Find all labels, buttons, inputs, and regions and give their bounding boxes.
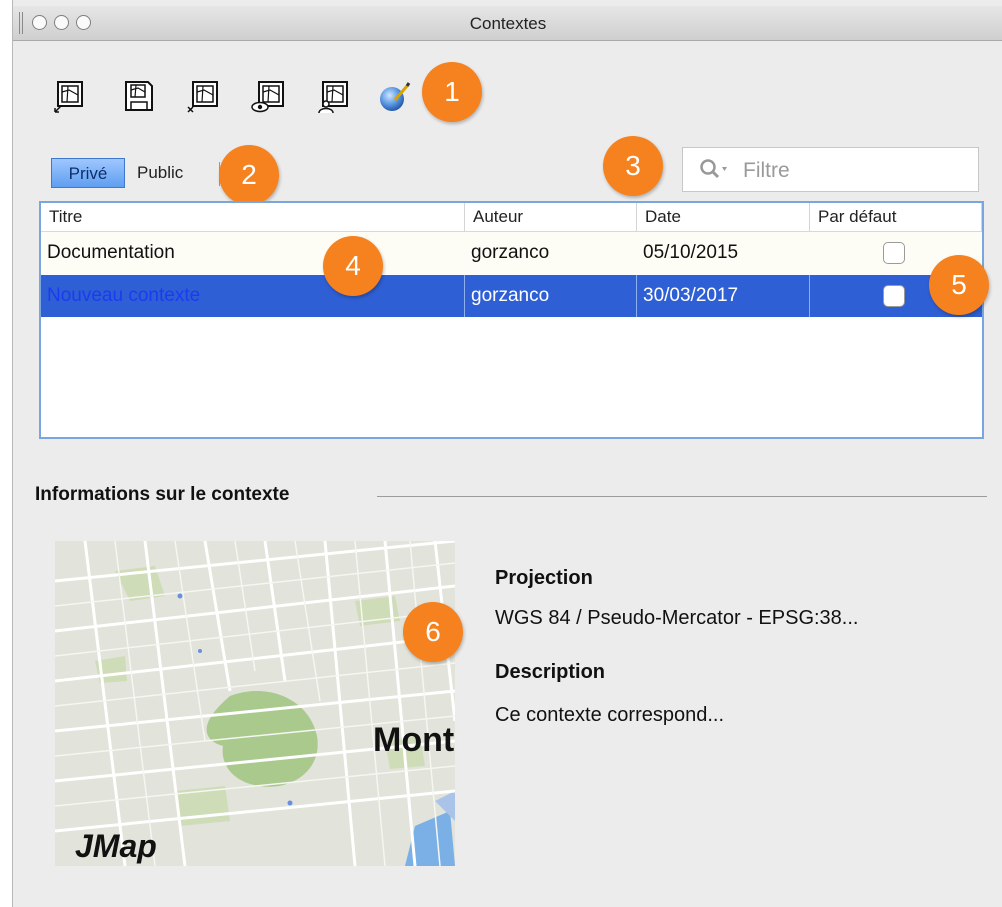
description-value: Ce contexte correspond... bbox=[495, 704, 725, 726]
callout-3: 3 bbox=[603, 136, 663, 196]
column-header-date[interactable]: Date bbox=[637, 203, 810, 231]
default-checkbox[interactable] bbox=[883, 242, 905, 264]
section-divider bbox=[377, 496, 987, 497]
context-map-thumbnail: Mont JMap bbox=[55, 541, 455, 866]
tab-public[interactable]: Public bbox=[127, 158, 193, 188]
cell-title: Nouveau contexte bbox=[41, 275, 465, 317]
cell-date: 30/03/2017 bbox=[637, 275, 810, 317]
contexts-table: Titre Auteur Date Par défaut Documentati… bbox=[39, 201, 984, 439]
filter-input[interactable] bbox=[741, 156, 965, 186]
description-label: Description bbox=[495, 661, 606, 683]
cell-author: gorzanco bbox=[465, 275, 637, 317]
table-row[interactable]: Documentation gorzanco 05/10/2015 bbox=[41, 232, 982, 274]
window-title: Contextes bbox=[469, 14, 547, 33]
map-city-label: Mont bbox=[373, 721, 454, 759]
callout-5: 5 bbox=[929, 255, 989, 315]
cell-title: Documentation bbox=[47, 242, 175, 263]
context-save-icon bbox=[125, 81, 153, 111]
search-icon bbox=[700, 159, 727, 179]
callout-1: 1 bbox=[422, 62, 482, 122]
callout-2: 2 bbox=[219, 145, 279, 205]
column-header-author[interactable]: Auteur bbox=[465, 203, 637, 231]
jmap-logo: JMap bbox=[75, 828, 157, 864]
contexts-window: Contextes 1 Privé Public 2 3 Filtre Titr… bbox=[12, 0, 1002, 907]
context-edit-icon bbox=[380, 82, 411, 111]
projection-label: Projection bbox=[495, 567, 593, 589]
new-context-button[interactable] bbox=[53, 78, 89, 114]
context-create-icon bbox=[54, 81, 83, 113]
context-info-heading: Informations sur le contexte bbox=[35, 484, 290, 505]
map-image: Mont JMap bbox=[55, 541, 455, 866]
share-context-button[interactable] bbox=[316, 78, 352, 114]
save-context-button[interactable] bbox=[121, 78, 157, 114]
table-row-selected[interactable]: Nouveau contexte gorzanco 30/03/2017 bbox=[41, 275, 982, 317]
title-bar: Contextes bbox=[13, 6, 1002, 41]
cell-date: 05/10/2015 bbox=[643, 242, 739, 263]
context-delete-icon bbox=[187, 81, 218, 113]
preview-context-button[interactable] bbox=[251, 78, 287, 114]
table-header: Titre Auteur Date Par défaut bbox=[41, 203, 982, 232]
delete-context-button[interactable] bbox=[186, 78, 222, 114]
context-share-icon bbox=[318, 81, 348, 114]
edit-context-button[interactable] bbox=[375, 78, 411, 114]
projection-value: WGS 84 / Pseudo-Mercator - EPSG:38... bbox=[495, 607, 859, 629]
default-checkbox[interactable] bbox=[883, 285, 905, 307]
column-header-default[interactable]: Par défaut bbox=[810, 203, 982, 231]
column-header-title[interactable]: Titre bbox=[41, 203, 465, 231]
tab-private[interactable]: Privé bbox=[51, 158, 125, 188]
context-preview-icon bbox=[251, 81, 284, 113]
callout-4: 4 bbox=[323, 236, 383, 296]
callout-6: 6 bbox=[403, 602, 463, 662]
filter-field[interactable] bbox=[682, 147, 979, 192]
cell-author: gorzanco bbox=[471, 242, 550, 263]
